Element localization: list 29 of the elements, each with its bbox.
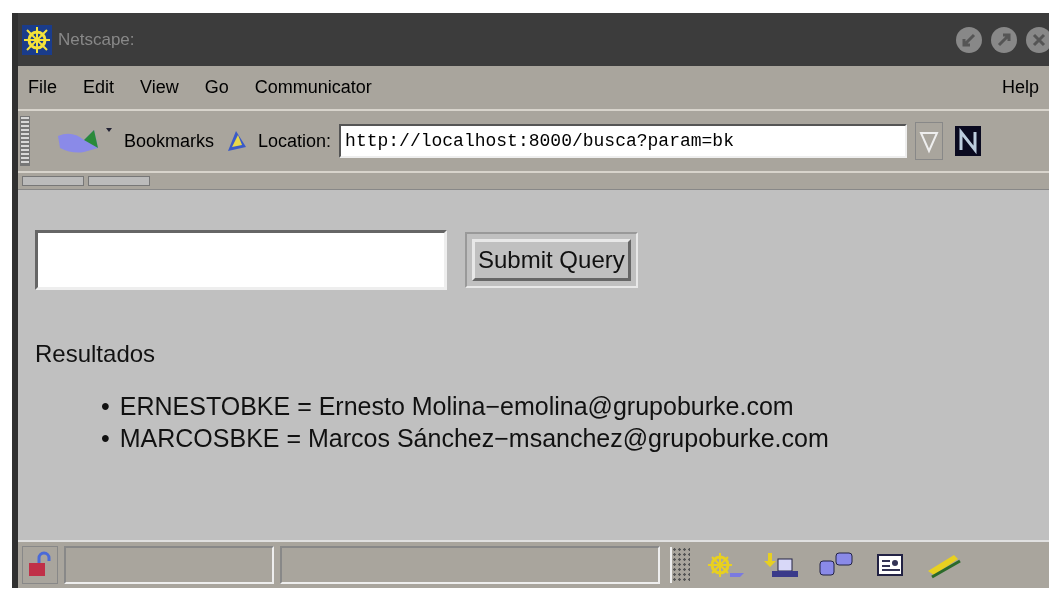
app-logo-icon bbox=[22, 24, 52, 55]
maximize-button[interactable] bbox=[990, 25, 1018, 54]
component-bar-grip[interactable] bbox=[672, 547, 690, 583]
menu-item[interactable]: Communicator bbox=[254, 77, 372, 98]
result-item: ERNESTOBKE = Ernesto Molina−emolina@grupoburke.com bbox=[119, 391, 794, 422]
lock-icon bbox=[22, 546, 58, 584]
query-field[interactable] bbox=[35, 230, 447, 290]
result-item: MARCOSBKE = Marcos Sánchez−msanchez@grupoburke.com bbox=[119, 423, 829, 454]
toolbar-grip[interactable] bbox=[20, 116, 30, 166]
bullet: • bbox=[101, 391, 110, 422]
submit-button[interactable]: Submit Query bbox=[472, 239, 631, 281]
toolbar-tab[interactable] bbox=[88, 176, 150, 186]
window-title: Netscape: bbox=[58, 29, 135, 50]
results-heading: Resultados bbox=[35, 340, 157, 368]
toolbar-tab[interactable] bbox=[22, 176, 84, 186]
netscape-logo-icon bbox=[955, 126, 982, 156]
dropdown-icon[interactable] bbox=[915, 122, 944, 160]
chat-icon[interactable] bbox=[816, 551, 856, 579]
close-button[interactable] bbox=[1025, 25, 1049, 54]
menu-item[interactable]: File bbox=[28, 77, 57, 98]
menu-item[interactable]: Edit bbox=[83, 77, 115, 98]
menu-item[interactable]: Go bbox=[204, 77, 229, 98]
menu-item[interactable]: View bbox=[140, 77, 179, 98]
menu-item[interactable]: Help bbox=[1001, 77, 1039, 98]
location-label: Location: bbox=[258, 130, 332, 152]
location-field[interactable]: http://localhost:8000/busca?param=bk bbox=[339, 124, 908, 158]
bullet: • bbox=[101, 423, 110, 454]
bookmarks-button[interactable]: Bookmarks bbox=[124, 130, 215, 152]
minimize-button[interactable] bbox=[955, 25, 983, 54]
